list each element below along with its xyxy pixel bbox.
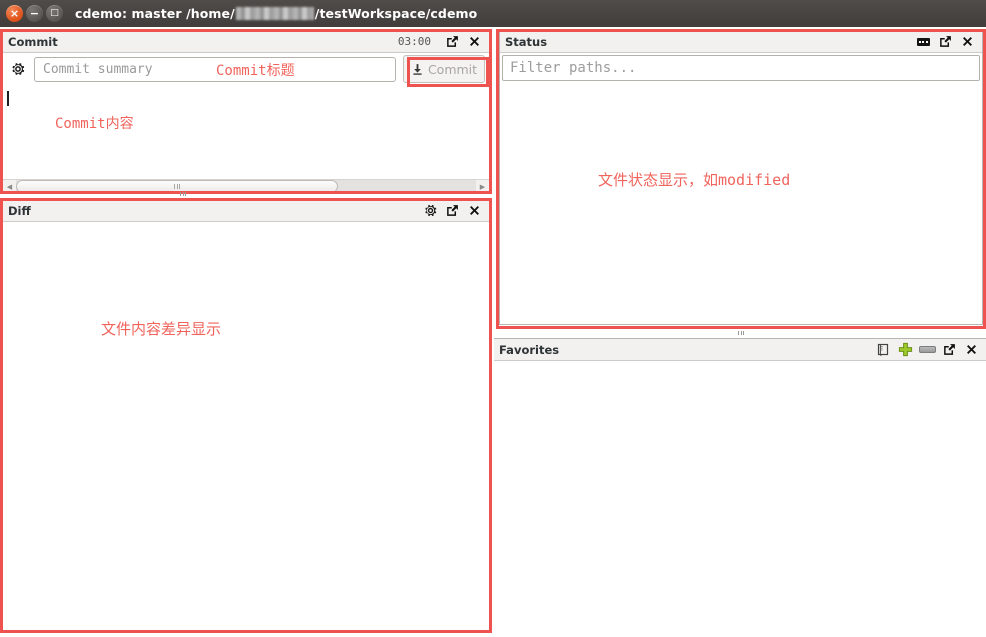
commit-panel-header: Commit 03:00 bbox=[3, 31, 489, 53]
close-icon[interactable] bbox=[960, 340, 982, 360]
favorites-panel-body[interactable] bbox=[494, 361, 986, 637]
window-titlebar: × − □ cdemo: master /home/ /testWorkspac… bbox=[0, 0, 986, 27]
diff-panel-title: Diff bbox=[8, 203, 31, 218]
close-icon[interactable] bbox=[956, 32, 978, 52]
add-icon[interactable] bbox=[894, 340, 916, 360]
diff-panel-body[interactable]: 文件内容差异显示 bbox=[3, 222, 489, 632]
popout-icon[interactable] bbox=[441, 201, 463, 221]
status-panel: Status Filter paths... 文件状态显示，如modified bbox=[499, 30, 983, 325]
splitter-handle-status[interactable] bbox=[738, 331, 744, 335]
favorites-panel-header: Favorites bbox=[494, 339, 986, 361]
window-controls: × − □ bbox=[0, 5, 63, 22]
window-close-button[interactable]: × bbox=[6, 5, 23, 22]
commit-button[interactable]: Commit bbox=[403, 55, 485, 83]
commit-panel: Commit 03:00 Commit summary Commit标题 Com… bbox=[2, 30, 490, 194]
redacted-username bbox=[235, 7, 314, 20]
commit-summary-input[interactable]: Commit summary bbox=[34, 56, 396, 82]
annotation-diff-content: 文件内容差异显示 bbox=[101, 320, 222, 338]
close-icon[interactable] bbox=[463, 32, 485, 52]
scroll-left-arrow-icon[interactable]: ◀ bbox=[3, 180, 16, 193]
window-maximize-button[interactable]: □ bbox=[46, 5, 63, 22]
window-maximize-glyph: □ bbox=[50, 7, 59, 18]
dots-glyph bbox=[916, 37, 930, 46]
commit-timestamp: 03:00 bbox=[397, 35, 431, 48]
status-panel-header: Status bbox=[500, 31, 982, 53]
window-title: cdemo: master /home/ /testWorkspace/cdem… bbox=[75, 6, 477, 21]
commit-summary-row: Commit summary Commit标题 Commit bbox=[3, 53, 489, 85]
commit-button-label: Commit bbox=[427, 61, 478, 77]
diff-panel: Diff 文件内容差异显示 bbox=[2, 199, 490, 633]
window-minimize-button[interactable]: − bbox=[26, 5, 43, 22]
window-minimize-glyph: − bbox=[29, 6, 40, 20]
splitter-handle-commit[interactable] bbox=[180, 192, 186, 196]
commit-summary-wrap: Commit summary Commit标题 bbox=[34, 56, 396, 82]
scrollbar-grip-icon bbox=[174, 184, 180, 189]
window-close-glyph: × bbox=[9, 6, 20, 20]
filter-paths-input[interactable]: Filter paths... bbox=[502, 55, 980, 81]
remove-icon[interactable] bbox=[916, 340, 938, 360]
commit-horizontal-scrollbar[interactable]: ◀ ▶ bbox=[3, 179, 489, 193]
minus-glyph bbox=[918, 346, 936, 353]
gear-icon[interactable] bbox=[9, 60, 27, 78]
gear-icon[interactable] bbox=[419, 201, 441, 221]
status-panel-body: Filter paths... 文件状态显示，如modified bbox=[500, 53, 982, 324]
commit-button-box: Commit bbox=[403, 55, 485, 83]
download-arrow-icon bbox=[411, 63, 424, 76]
application-window: × − □ cdemo: master /home/ /testWorkspac… bbox=[0, 0, 986, 637]
commit-message-input[interactable]: Commit内容 bbox=[3, 85, 489, 179]
bookmark-icon[interactable] bbox=[872, 340, 894, 360]
window-title-suffix: /testWorkspace/cdemo bbox=[314, 6, 478, 21]
popout-icon[interactable] bbox=[934, 32, 956, 52]
commit-panel-body: Commit summary Commit标题 Commit Commit内容 … bbox=[3, 53, 489, 193]
close-icon[interactable] bbox=[463, 201, 485, 221]
commit-panel-title: Commit bbox=[8, 34, 58, 49]
popout-icon[interactable] bbox=[938, 340, 960, 360]
status-panel-title: Status bbox=[505, 34, 548, 49]
scrollbar-track[interactable] bbox=[16, 180, 476, 193]
window-title-prefix: cdemo: master /home/ bbox=[75, 6, 235, 21]
popout-icon[interactable] bbox=[441, 32, 463, 52]
text-caret bbox=[7, 91, 9, 106]
favorites-panel: Favorites bbox=[494, 338, 986, 637]
favorites-panel-title: Favorites bbox=[499, 342, 560, 357]
scrollbar-thumb[interactable] bbox=[16, 180, 338, 193]
annotation-status-content: 文件状态显示，如modified bbox=[598, 171, 791, 189]
options-dots-icon[interactable] bbox=[912, 32, 934, 52]
scroll-right-arrow-icon[interactable]: ▶ bbox=[476, 180, 489, 193]
annotation-commit-message: Commit内容 bbox=[55, 116, 134, 132]
diff-panel-header: Diff bbox=[3, 200, 489, 222]
